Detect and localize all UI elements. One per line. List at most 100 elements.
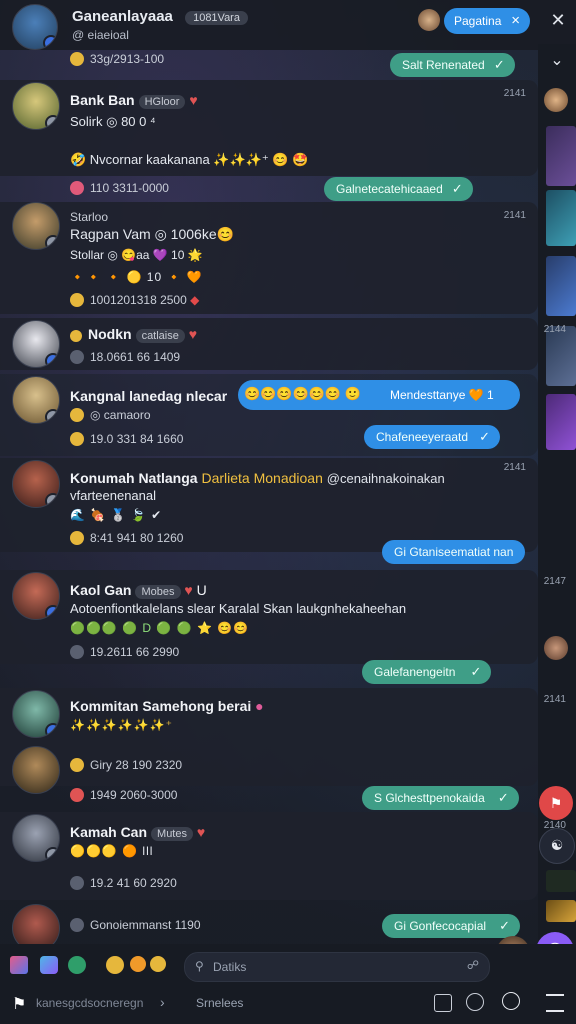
role-tag: Mutes xyxy=(151,827,193,841)
sender-name[interactable]: Kommitan Samehong berai ● xyxy=(70,698,264,714)
message-emojis: 🌊 🍖 🥈 🍃 ✔ xyxy=(70,508,163,522)
status-pill[interactable]: Galnetecatehicaaed ✓ xyxy=(324,177,473,201)
user-avatar[interactable] xyxy=(12,814,60,862)
sidebar-avatar[interactable] xyxy=(544,88,568,112)
media-thumb[interactable] xyxy=(546,126,576,186)
role-tag: catlaise xyxy=(135,329,185,343)
home-icon[interactable]: ⚑ xyxy=(12,994,26,1014)
user-avatar[interactable] xyxy=(12,320,60,368)
grid-icon[interactable] xyxy=(10,956,28,974)
check-icon: ✓ xyxy=(497,790,509,805)
user-avatar[interactable] xyxy=(12,460,60,508)
sender-name[interactable]: Kamah Can Mutes ♥ xyxy=(70,824,205,841)
emoji-icon[interactable] xyxy=(106,956,124,974)
coin-icon[interactable] xyxy=(130,956,146,972)
status-pill[interactable]: Gi Gonfecocapial ✓ xyxy=(382,914,521,938)
message-text: Solirk ◎ 80 0 ⁴ xyxy=(70,114,156,129)
message-time: 2147 xyxy=(543,576,566,587)
sender-name[interactable]: Starloo xyxy=(70,210,108,224)
message-text: Aotoenfiontkalelans slear Karalal Skan l… xyxy=(70,601,407,616)
chevron-down-icon[interactable]: ⌄ xyxy=(538,50,576,70)
sender-name[interactable]: Kaol Gan Mobes ♥ U xyxy=(70,582,207,599)
chevron-right-icon: › xyxy=(160,994,165,1010)
fab-link-button[interactable]: ☯ xyxy=(539,828,575,864)
user-avatar[interactable] xyxy=(12,572,60,620)
status-badge-icon xyxy=(45,605,59,619)
media-thumb[interactable] xyxy=(546,394,576,450)
coin-icon[interactable] xyxy=(150,956,166,972)
sender-name[interactable]: Kangnal lanedag nlecar xyxy=(70,388,227,404)
pagination-button[interactable]: Pagatina × xyxy=(444,8,530,34)
heart-icon: ♥ xyxy=(184,582,193,598)
clock-icon[interactable] xyxy=(68,956,86,974)
smile-icon: ● xyxy=(255,698,264,714)
media-thumb[interactable] xyxy=(546,326,576,386)
message-meta: 8:41 941 80 1260 xyxy=(70,531,183,545)
user-avatar[interactable] xyxy=(12,82,60,130)
heart-icon: ♥ xyxy=(189,92,198,108)
check-icon: ✓ xyxy=(470,664,482,679)
status-badge-icon xyxy=(45,353,59,367)
user-avatar[interactable] xyxy=(12,690,60,738)
status-pill[interactable]: S Glchesttpenokaida ✓ xyxy=(362,786,519,810)
sender-name[interactable]: Bank Ban HGloor ♥ xyxy=(70,92,198,109)
fab-red-button[interactable]: ⚑ xyxy=(539,786,573,820)
search-icon: ⚲ xyxy=(195,959,204,973)
message-emojis: 🟢🟢🟢 🟢 D 🟢 🟢 ⭐ 😊😊 xyxy=(70,621,250,635)
status-badge-icon xyxy=(45,235,59,249)
message-meta: 1949 2060-3000 xyxy=(70,788,177,802)
user-avatar[interactable] xyxy=(12,746,60,794)
media-thumb[interactable] xyxy=(546,870,576,892)
window-close-icon[interactable]: ✕ xyxy=(544,10,572,31)
header-subtitle: @ eiaeioal xyxy=(72,28,129,42)
status-badge-icon xyxy=(45,409,59,423)
sender-name[interactable]: Nodkn catlaise ♥ xyxy=(70,326,197,343)
message-time: 2141 xyxy=(503,462,526,473)
status-pill[interactable]: Chafeneeyeraatd ✓ xyxy=(364,425,501,449)
gem-icon: ◆ xyxy=(190,293,200,307)
media-thumb[interactable] xyxy=(546,190,576,246)
status-pill[interactable]: Salt Renenated ✓ xyxy=(390,53,515,77)
message-text: vfarteenenanal xyxy=(70,488,157,503)
message-text: Ragpan Vam ◎ 1006ke😊 xyxy=(70,226,235,242)
message-input[interactable]: Srnelees xyxy=(184,988,418,1018)
check-icon: ✓ xyxy=(451,181,463,196)
sticker-icon[interactable] xyxy=(502,992,520,1010)
media-thumb[interactable] xyxy=(546,900,576,922)
message-meta: 19.0 331 84 1660 xyxy=(70,432,183,446)
user-avatar[interactable] xyxy=(12,376,60,424)
role-tag: HGloor xyxy=(138,95,186,109)
header-title-tag: 1081Vara xyxy=(185,11,248,25)
sidebar-avatar[interactable] xyxy=(544,636,568,660)
status-badge-icon xyxy=(45,723,59,737)
message-meta: 19.2611 66 2990 xyxy=(70,645,179,659)
message-text: 🤣 Nvcornar kaakanana ✨✨✨⁺ 😊 🤩 xyxy=(70,152,309,167)
image-icon[interactable] xyxy=(434,994,452,1012)
media-thumb[interactable] xyxy=(546,256,576,316)
search-input[interactable]: ⚲ Datiks ☍ xyxy=(184,952,490,982)
message-time: 2141 xyxy=(503,88,526,99)
message-meta: ◎ camaoro xyxy=(70,408,151,422)
menu-icon[interactable] xyxy=(546,994,564,1012)
puzzle-icon[interactable] xyxy=(40,956,58,974)
message-emojis: ✨✨✨✨✨✨⁺ xyxy=(70,718,173,732)
heart-icon: ♥ xyxy=(196,824,206,840)
search-placeholder: Datiks xyxy=(213,960,247,974)
reaction-label: Mendesttanye 🧡 1 xyxy=(390,388,494,402)
channel-avatar[interactable] xyxy=(12,4,58,50)
header-bar: Ganeanlayaaa 1081Vara @ eiaeioal Pagatin… xyxy=(0,0,576,50)
message-time: 2144 xyxy=(543,324,566,335)
message-meta: Gonoiemmanst 1190 xyxy=(70,918,201,932)
status-badge-icon xyxy=(45,847,59,861)
message-placeholder: Srnelees xyxy=(196,996,244,1010)
status-pill[interactable]: Gi Gtaniseematiat nan xyxy=(382,540,526,564)
composer-bar: ⚲ Datiks ☍ ⚑ kanesgcdsocneregn › Srnelee… xyxy=(0,944,576,1024)
attach-icon[interactable]: ☍ xyxy=(467,958,479,972)
sender-name[interactable]: Konumah Natlanga Darlieta Monadioan @cen… xyxy=(70,470,445,486)
status-pill[interactable]: Galefanengeitn ✓ xyxy=(362,660,492,684)
user-avatar[interactable] xyxy=(12,202,60,250)
gif-icon[interactable] xyxy=(466,993,484,1011)
mini-avatar[interactable] xyxy=(418,9,440,31)
channel-breadcrumb[interactable]: kanesgcdsocneregn xyxy=(36,996,143,1010)
close-icon[interactable]: × xyxy=(511,8,520,34)
